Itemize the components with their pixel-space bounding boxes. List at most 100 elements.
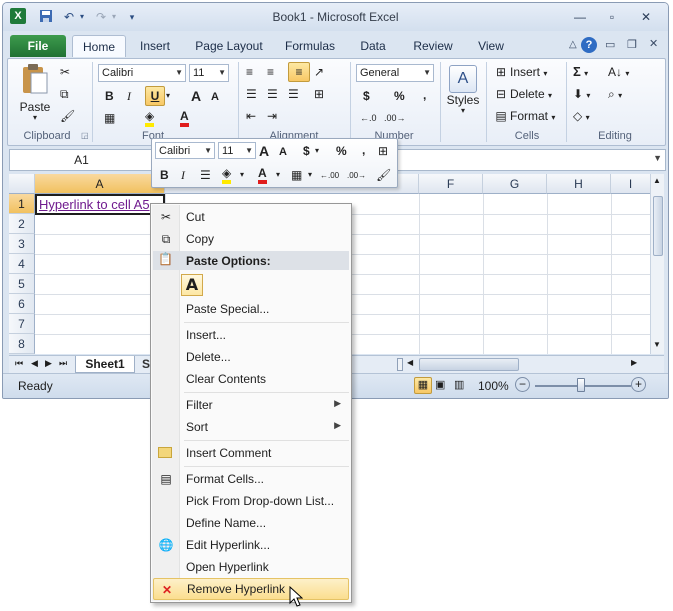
currency-button[interactable]: $ — [363, 87, 370, 105]
align-bottom-icon[interactable]: ≡ — [288, 62, 310, 82]
comma-button[interactable]: , — [423, 86, 426, 104]
page-break-view-icon[interactable]: ▥ — [454, 378, 464, 391]
fill-down-icon[interactable]: ⬇ ▾ — [573, 85, 590, 105]
column-header-g[interactable]: G — [483, 174, 547, 194]
workbook-restore-icon[interactable]: ❐ — [627, 38, 637, 51]
sheet-tab-partial[interactable]: S — [142, 357, 150, 371]
decrease-indent-icon[interactable]: ⇤ — [246, 107, 256, 125]
mini-format-painter-icon[interactable]: 🖌 — [376, 166, 391, 184]
italic-button[interactable]: I — [127, 87, 131, 105]
hscroll-thumb[interactable] — [419, 358, 519, 371]
row-header-8[interactable]: 8 — [9, 334, 35, 354]
number-format-combo[interactable]: General ▼ — [356, 64, 434, 82]
expand-formula-bar-icon[interactable]: ▼ — [653, 153, 662, 163]
menu-item-format-cells[interactable]: ▤ Format Cells... — [153, 468, 349, 490]
mini-increase-decimal-button[interactable]: .00→ — [347, 167, 366, 185]
mini-align-center-icon[interactable]: ☰ — [200, 166, 211, 184]
autosum-button[interactable]: Σ ▾ — [573, 63, 588, 83]
font-name-combo[interactable]: Calibri ▼ — [98, 64, 186, 82]
mini-font-combo[interactable]: Calibri ▼ — [155, 142, 215, 159]
help-icon[interactable]: ? — [581, 37, 597, 53]
find-select-icon[interactable]: ⌕ ▾ — [608, 85, 622, 105]
mini-fill-dropdown-icon[interactable]: ▾ — [240, 166, 244, 184]
menu-item-paste-special[interactable]: Paste Special... — [153, 298, 349, 320]
styles-button[interactable]: A Styles ▾ — [444, 63, 482, 115]
menu-item-cut[interactable]: ✂ Cut — [153, 206, 349, 228]
column-header-f[interactable]: F — [419, 174, 483, 194]
tab-formulas[interactable]: Formulas — [279, 35, 341, 57]
menu-item-pick-list[interactable]: Pick From Drop-down List... — [153, 490, 349, 512]
hscroll-right-icon[interactable]: ▶ — [631, 358, 637, 367]
menu-item-copy[interactable]: ⧉ Copy — [153, 228, 349, 250]
tab-insert[interactable]: Insert — [132, 35, 178, 57]
mini-italic-button[interactable]: I — [181, 166, 185, 184]
orientation-icon[interactable]: ↗ — [314, 63, 324, 81]
hyperlink-text[interactable]: Hyperlink to cell A5 — [39, 197, 150, 212]
tab-file[interactable]: File — [10, 35, 66, 57]
vertical-scrollbar[interactable]: ▲ ▼ — [650, 174, 664, 354]
tab-page-layout[interactable]: Page Layout — [189, 35, 269, 57]
prev-sheet-icon[interactable]: ◀ — [31, 358, 38, 369]
mini-grow-font-button[interactable]: A — [259, 142, 269, 160]
clear-icon[interactable]: ◇ ▾ — [573, 107, 590, 127]
name-box[interactable]: A1 — [10, 150, 154, 170]
last-sheet-icon[interactable]: ⏭ — [59, 358, 67, 369]
align-top-icon[interactable]: ≡ — [246, 63, 253, 81]
sheet-tab-sheet1[interactable]: Sheet1 — [75, 356, 135, 373]
tab-home[interactable]: Home — [72, 35, 126, 57]
grow-font-button[interactable]: A — [191, 87, 201, 105]
clipboard-launcher-icon[interactable]: ◲ — [81, 131, 89, 140]
align-center-icon[interactable]: ☰ — [267, 85, 278, 103]
mini-percent-button[interactable]: % — [336, 142, 347, 160]
scroll-thumb[interactable] — [653, 196, 663, 256]
menu-item-insert-comment[interactable]: Insert Comment — [153, 442, 349, 464]
decrease-decimal-icon[interactable]: .00→ — [384, 109, 406, 127]
close-icon[interactable]: ✕ — [635, 9, 657, 25]
mini-size-combo[interactable]: 11 ▼ — [218, 142, 256, 159]
minimize-ribbon-icon[interactable]: △ — [569, 39, 577, 50]
font-size-combo[interactable]: 11 ▼ — [189, 64, 229, 82]
column-header-h[interactable]: H — [547, 174, 611, 194]
menu-item-filter[interactable]: Filter ▶ — [153, 394, 349, 416]
sort-filter-icon[interactable]: A↓ ▾ — [608, 63, 629, 83]
row-header-3[interactable]: 3 — [9, 234, 35, 254]
mini-decrease-decimal-button[interactable]: ←.00 — [320, 167, 339, 185]
mini-currency-button[interactable]: $ — [303, 142, 310, 160]
cut-icon[interactable]: ✂ — [60, 63, 70, 81]
minimize-icon[interactable]: — — [569, 9, 591, 25]
underline-dropdown-icon[interactable]: ▾ — [166, 87, 170, 105]
fill-color-icon[interactable]: ◈ — [145, 109, 155, 127]
row-header-5[interactable]: 5 — [9, 274, 35, 294]
select-all-corner[interactable] — [9, 174, 35, 194]
menu-item-sort[interactable]: Sort ▶ — [153, 416, 349, 438]
insert-cells-button[interactable]: ⊞ Insert ▾ — [492, 63, 547, 83]
format-cells-button[interactable]: ▤ Format ▾ — [492, 107, 555, 127]
align-middle-icon[interactable]: ≡ — [267, 63, 274, 81]
tab-review[interactable]: Review — [403, 35, 463, 57]
increase-indent-icon[interactable]: ⇥ — [267, 107, 277, 125]
cell-a1[interactable]: Hyperlink to cell A5 — [35, 194, 165, 215]
menu-item-insert[interactable]: Insert... — [153, 324, 349, 346]
align-left-icon[interactable]: ☰ — [246, 85, 257, 103]
tab-split-handle[interactable] — [397, 358, 403, 371]
normal-view-icon[interactable]: ▦ — [414, 377, 432, 394]
restore-icon[interactable]: ▫ — [601, 9, 623, 25]
row-header-2[interactable]: 2 — [9, 214, 35, 234]
paste-button[interactable]: Paste ▾ — [16, 63, 54, 122]
mini-font-color-button[interactable]: A — [258, 166, 267, 184]
page-layout-view-icon[interactable]: ▣ — [435, 378, 445, 391]
align-right-icon[interactable]: ☰ — [288, 85, 299, 103]
delete-cells-button[interactable]: ⊟ Delete ▾ — [492, 85, 552, 105]
zoom-out-button[interactable]: − — [515, 377, 530, 392]
zoom-in-button[interactable]: + — [631, 377, 646, 392]
tab-data[interactable]: Data — [353, 35, 393, 57]
mini-font-color-dropdown-icon[interactable]: ▾ — [276, 166, 280, 184]
menu-item-define-name[interactable]: Define Name... — [153, 512, 349, 534]
scroll-down-icon[interactable]: ▼ — [653, 340, 661, 349]
mini-fill-color-icon[interactable]: ◈ — [222, 166, 232, 184]
bold-button[interactable]: B — [105, 87, 114, 105]
column-header-a[interactable]: A — [35, 174, 165, 194]
zoom-level[interactable]: 100% — [478, 379, 509, 393]
underline-button[interactable]: U — [145, 86, 165, 106]
mini-merge-icon[interactable]: ⊞ — [378, 142, 388, 160]
